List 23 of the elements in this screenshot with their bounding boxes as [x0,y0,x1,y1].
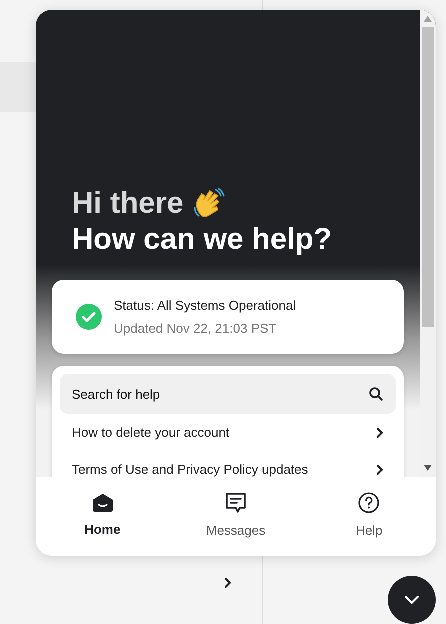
home-icon [92,493,114,514]
help-icon [358,492,380,514]
nav-tab[interactable]: Messages [169,477,303,556]
chevron-icon [376,427,384,439]
status-card[interactable]: Status: All Systems Operational Updated Nov 22, 21:03 PST [52,280,404,354]
chat-icon [224,492,247,514]
nav-tab[interactable]: Help [302,477,436,556]
greeting: Hi there [72,186,184,222]
chevron-down-icon [405,596,419,604]
status-updated: Updated Nov 22, 21:03 PST [114,320,278,338]
collapse-button[interactable] [388,576,436,624]
waving-hand-icon [192,188,226,220]
chevron-icon [376,464,384,476]
scroll-down-icon[interactable] [424,465,432,471]
scrollbar-thumb[interactable] [422,27,434,327]
chevron-icon [224,577,232,589]
article-link[interactable]: Terms of Use and Privacy Policy updates [60,452,396,477]
search-field[interactable]: Search for help [60,374,396,414]
search-icon [369,387,383,401]
nav-tab[interactable]: Home [36,477,170,556]
status-title: Status: All Systems Operational [114,297,296,315]
headline: How can we help? [72,222,334,258]
article-link[interactable]: How to delete your account [60,415,396,451]
